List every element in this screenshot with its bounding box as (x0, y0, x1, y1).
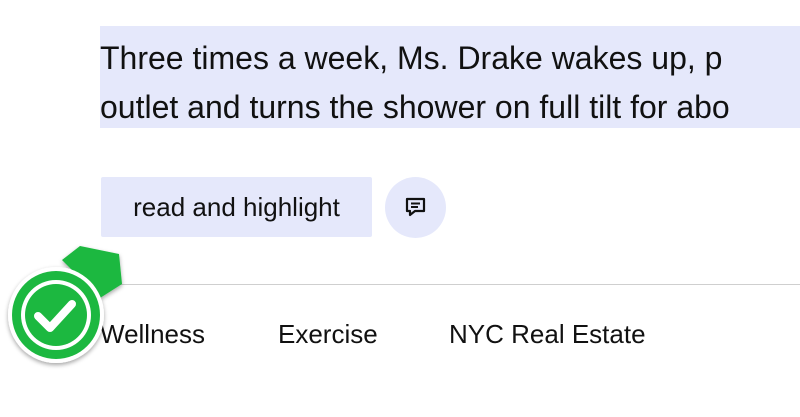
highlighted-passage[interactable]: Three times a week, Ms. Drake wakes up, … (100, 26, 800, 128)
comment-icon (405, 197, 426, 217)
comment-button[interactable] (385, 177, 446, 238)
tag-nyc-real-estate[interactable]: NYC Real Estate (449, 314, 646, 354)
check-badge-icon (8, 246, 122, 363)
section-divider (100, 284, 800, 285)
tag-exercise[interactable]: Exercise (278, 314, 378, 354)
article-page: Three times a week, Ms. Drake wakes up, … (0, 0, 800, 417)
read-and-highlight-button[interactable]: read and highlight (101, 177, 372, 237)
highlighted-line-2: outlet and turns the shower on full tilt… (100, 89, 730, 125)
highlighted-line-1: Three times a week, Ms. Drake wakes up, … (100, 40, 723, 76)
